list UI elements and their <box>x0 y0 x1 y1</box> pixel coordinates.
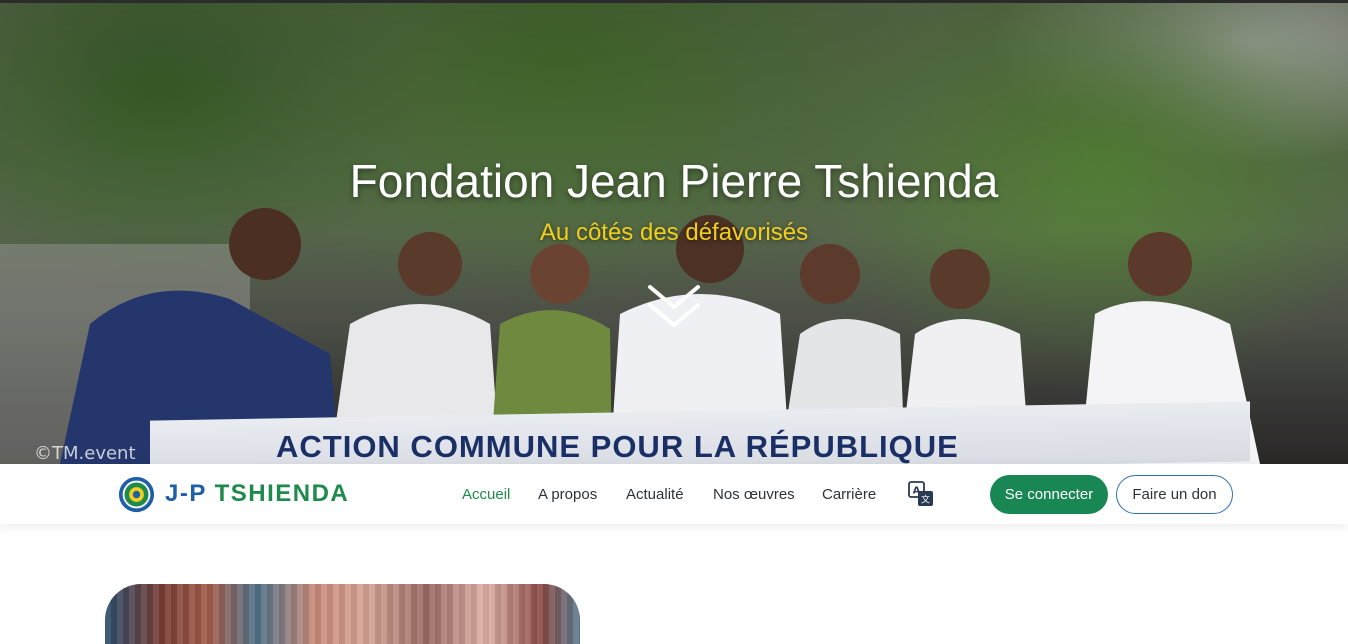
donate-button[interactable]: Faire un don <box>1116 475 1233 514</box>
hero-banner-text: ACTION COMMUNE POUR LA RÉPUBLIQUE <box>276 429 959 464</box>
photo-watermark: ©TM.event <box>34 443 136 464</box>
brand-prefix: J-P <box>165 480 207 507</box>
nav-link-nos-oeuvres[interactable]: Nos œuvres <box>713 486 795 503</box>
foundation-logo-icon <box>118 476 155 512</box>
hero-section: ACTION COMMUNE POUR LA RÉPUBLIQUE ©TM.ev… <box>0 3 1348 464</box>
double-chevron-down-icon[interactable] <box>644 283 704 333</box>
svg-text:文: 文 <box>921 494 930 506</box>
login-button[interactable]: Se connecter <box>990 475 1108 514</box>
main-navbar: J-P TSHIENDA Accueil A propos Actualité … <box>0 464 1348 524</box>
brand-surname: TSHIENDA <box>214 480 350 507</box>
content-photo <box>105 584 580 644</box>
hero-subtitle: Au côtés des défavorisés <box>539 219 809 246</box>
nav-link-accueil[interactable]: Accueil <box>462 486 510 503</box>
nav-link-a-propos[interactable]: A propos <box>538 486 597 503</box>
nav-link-carriere[interactable]: Carrière <box>822 486 876 503</box>
brand-home-link[interactable]: J-P TSHIENDA <box>118 475 349 513</box>
brand-name: J-P TSHIENDA <box>165 480 349 508</box>
hero-title: Fondation Jean Pierre Tshienda <box>349 155 999 207</box>
translate-icon[interactable]: A 文 <box>908 481 934 507</box>
nav-link-actualite[interactable]: Actualité <box>626 486 684 503</box>
